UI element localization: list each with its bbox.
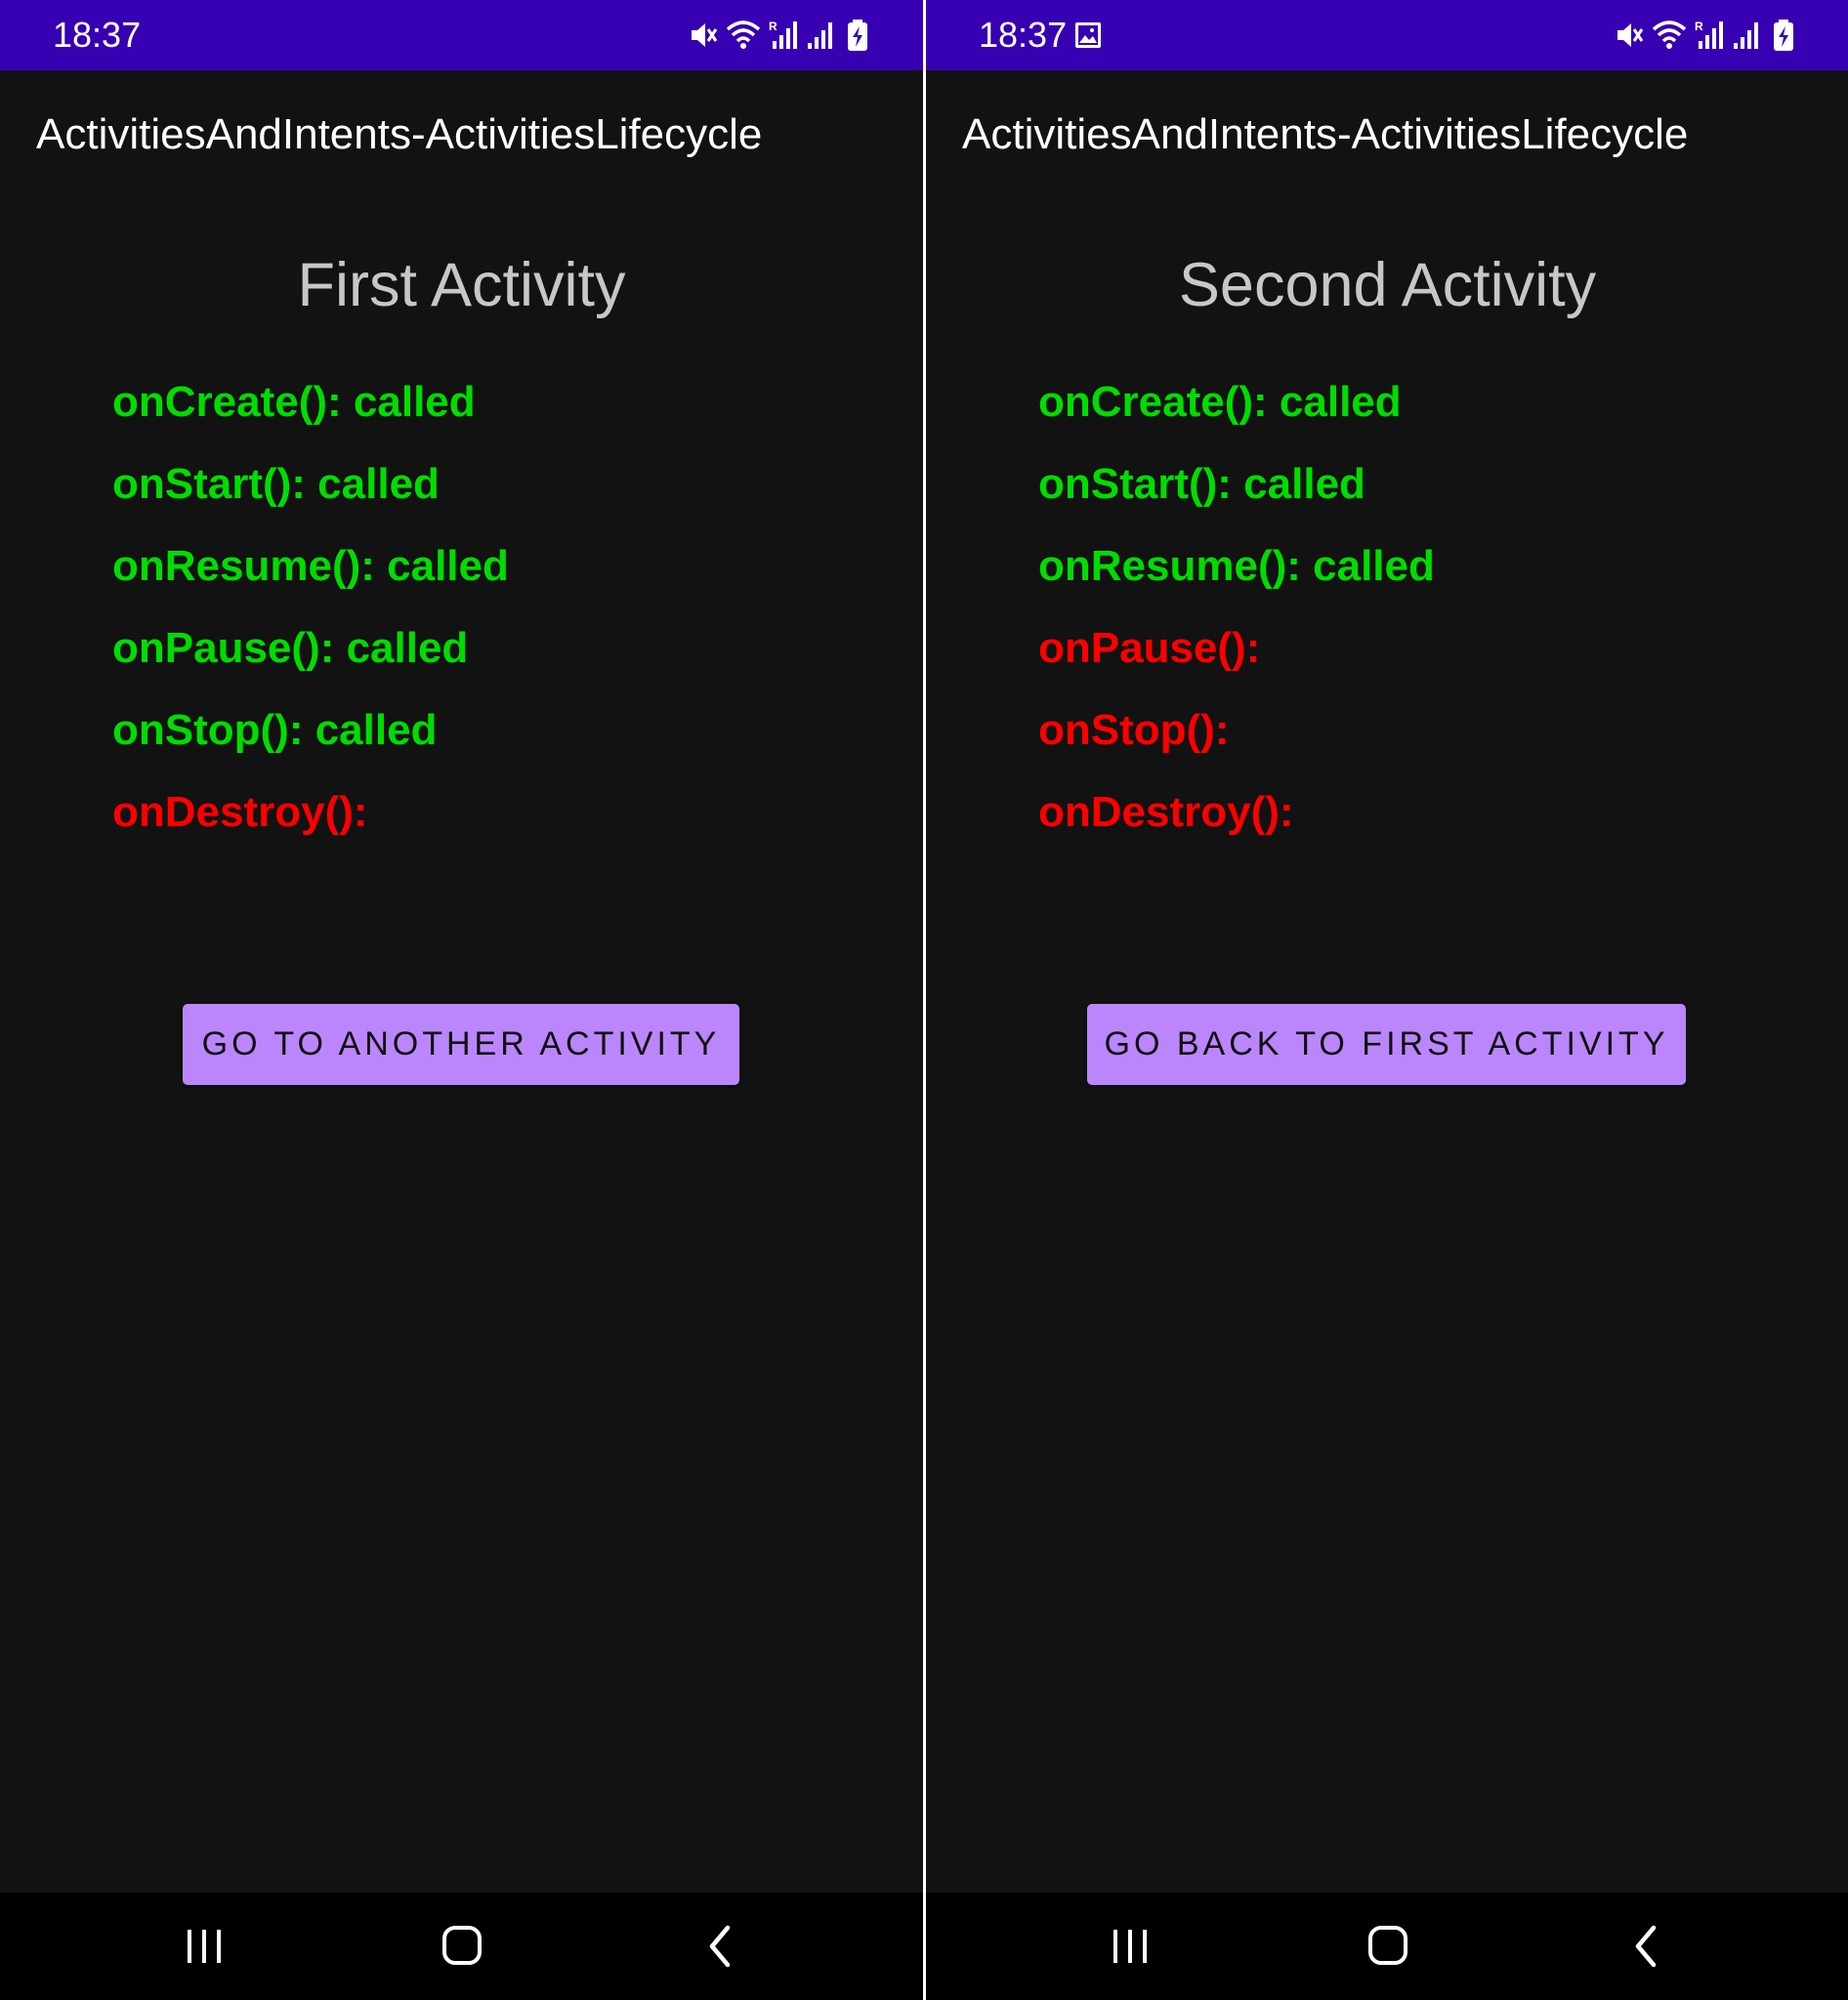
mute-icon <box>692 23 718 47</box>
first-activity-screen: 18:37 R ActivitiesAndIntents-ActivitiesL… <box>0 0 923 2000</box>
recents-icon[interactable] <box>175 1922 233 1971</box>
back-icon[interactable] <box>691 1922 749 1971</box>
status-bar: 18:37 R <box>926 0 1848 70</box>
onstart-status: onStart(): called <box>112 460 440 508</box>
oncreate-status: onCreate(): called <box>1038 378 1402 426</box>
ondestroy-status: onDestroy(): <box>112 788 368 836</box>
oncreate-status: onCreate(): called <box>112 378 476 426</box>
activity-title: Second Activity <box>1178 251 1597 319</box>
second-activity-screen: 18:37 R ActivitiesAndIntents-ActivitiesL… <box>926 0 1848 2000</box>
gallery-notification-icon <box>1075 22 1101 48</box>
onpause-status: onPause(): <box>1038 624 1261 672</box>
signal-roaming-icon: R <box>769 20 797 49</box>
wifi-icon <box>726 21 761 49</box>
battery-charging-icon <box>1774 20 1793 51</box>
app-title: ActivitiesAndIntents-ActivitiesLifecycle <box>962 110 1689 158</box>
onpause-status: onPause(): called <box>112 624 469 672</box>
mute-icon <box>1617 23 1644 47</box>
onstart-status: onStart(): called <box>1038 460 1365 508</box>
status-bar: 18:37 R <box>0 0 923 70</box>
status-time: 18:37 <box>53 15 142 55</box>
app-title: ActivitiesAndIntents-ActivitiesLifecycle <box>36 110 763 158</box>
home-icon[interactable] <box>433 1922 491 1971</box>
back-icon[interactable] <box>1617 1922 1675 1971</box>
activity-title: First Activity <box>297 251 626 319</box>
status-icons: R <box>689 20 874 51</box>
signal-icon <box>808 22 832 49</box>
navigation-bar <box>926 1893 1848 2000</box>
svg-text:R: R <box>1695 20 1703 33</box>
ondestroy-status: onDestroy(): <box>1038 788 1294 836</box>
onstop-status: onStop(): <box>1038 706 1230 754</box>
battery-charging-icon <box>848 20 867 51</box>
go-back-to-first-activity-button[interactable]: GO BACK TO FIRST ACTIVITY <box>1087 1004 1686 1085</box>
navigation-bar <box>0 1893 923 2000</box>
onresume-status: onResume(): called <box>112 542 509 590</box>
signal-icon <box>1734 22 1758 49</box>
signal-roaming-icon: R <box>1695 20 1723 49</box>
status-time: 18:37 <box>979 15 1068 55</box>
onstop-status: onStop(): called <box>112 706 438 754</box>
onresume-status: onResume(): called <box>1038 542 1435 590</box>
lifecycle-list: onCreate(): called onStart(): called onR… <box>1038 375 1435 867</box>
home-icon[interactable] <box>1359 1922 1417 1971</box>
go-to-another-activity-button[interactable]: GO TO ANOTHER ACTIVITY <box>183 1004 739 1085</box>
wifi-icon <box>1652 21 1687 49</box>
svg-text:R: R <box>769 20 777 33</box>
recents-icon[interactable] <box>1101 1922 1159 1971</box>
status-icons: R <box>1615 20 1800 51</box>
lifecycle-list: onCreate(): called onStart(): called onR… <box>112 375 509 867</box>
